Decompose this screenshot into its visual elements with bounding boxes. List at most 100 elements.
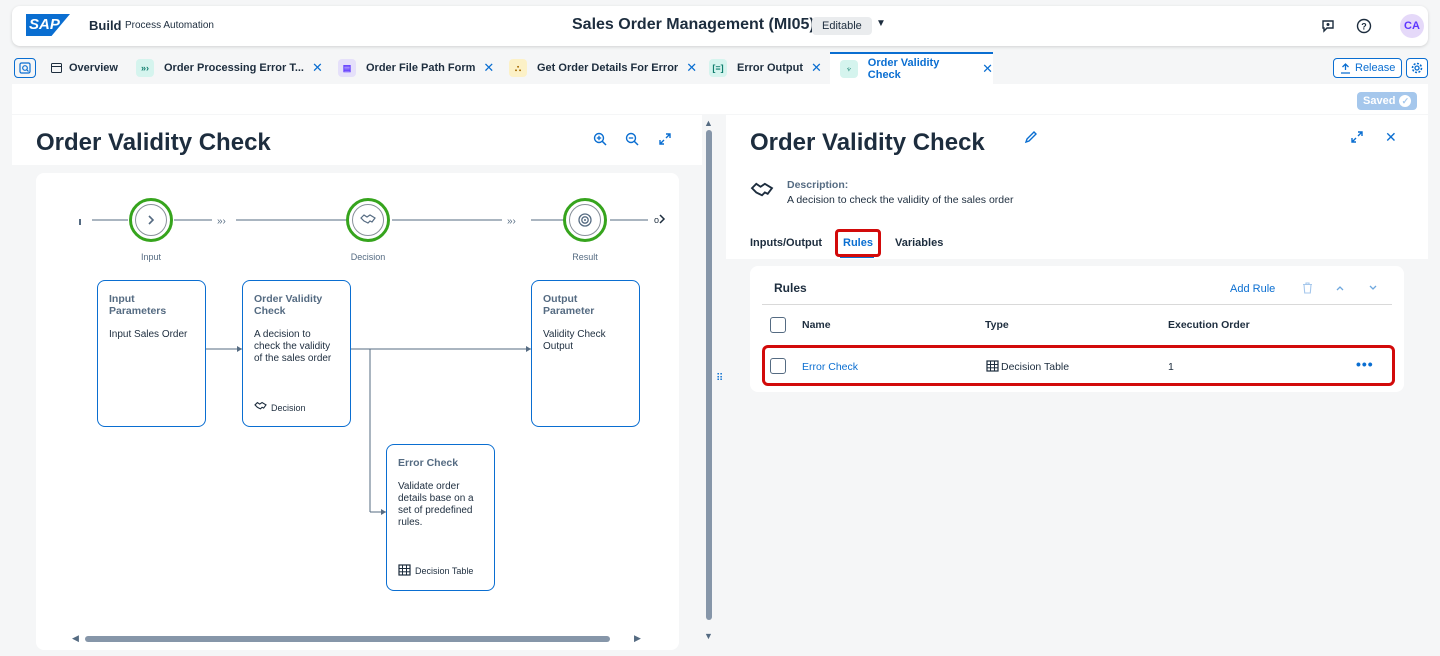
handshake-icon	[352, 204, 384, 236]
output-parameter-card[interactable]: Output Parameter Validity Check Output	[531, 280, 640, 427]
card-body: A decision to check the validity of the …	[254, 329, 332, 364]
tab-order-file-path-form[interactable]: ▤ Order File Path Form ✕	[338, 52, 494, 84]
tab-bar: Overview »› Order Processing Error T... …	[0, 52, 1440, 84]
card-title: Order Validity Check	[254, 293, 323, 317]
decision-node-label: Decision	[350, 252, 386, 262]
card-body: Validate order details base on a set of …	[398, 481, 474, 528]
highlight-rules-tab	[835, 229, 881, 257]
check-icon: ✓	[1399, 95, 1412, 107]
card-footer: Decision Table	[398, 564, 473, 578]
tab-get-order-details[interactable]: ⛬ Get Order Details For Error ✕	[509, 52, 697, 84]
rules-title: Rules	[774, 281, 807, 295]
card-footer: Decision	[254, 401, 306, 414]
avatar[interactable]: CA	[1400, 14, 1424, 38]
decision-card[interactable]: Order Validity Check A decision to check…	[242, 280, 351, 427]
card-body: Input Sales Order	[109, 329, 188, 340]
scroll-right-icon[interactable]: ▶	[634, 633, 641, 644]
tab-order-validity-check[interactable]: ♆ Order Validity Check ✕	[830, 52, 993, 84]
select-all-checkbox[interactable]	[770, 317, 786, 333]
card-title: Error Check	[398, 457, 459, 469]
zoom-out-icon[interactable]	[624, 131, 640, 147]
close-icon[interactable]: ✕	[686, 60, 697, 76]
decision-node[interactable]	[346, 198, 390, 242]
splitter-grip-icon[interactable]: ⠿	[716, 373, 723, 384]
input-parameters-card[interactable]: Input Parameters Input Sales Order	[97, 280, 206, 427]
diagram-canvas[interactable]: »› »› o Input Decision Result Input Para…	[36, 173, 679, 650]
chevron-down-icon[interactable]	[1366, 281, 1380, 295]
status-badge: Editable	[812, 17, 872, 35]
product-subtitle: Process Automation	[125, 20, 214, 31]
result-node[interactable]	[563, 198, 607, 242]
highlight-rule-row	[762, 345, 1395, 386]
form-icon: ▤	[338, 59, 356, 77]
scroll-down-icon[interactable]: ▼	[704, 631, 713, 641]
close-icon[interactable]: ✕	[982, 61, 993, 77]
tab-inputs-output[interactable]: Inputs/Output	[750, 237, 822, 249]
search-tabs-icon[interactable]	[14, 58, 36, 78]
close-icon[interactable]: ✕	[1385, 129, 1397, 146]
horizontal-scrollbar[interactable]	[85, 636, 610, 642]
details-header: Order Validity Check ✕ Description: A de…	[726, 115, 1428, 259]
tab-label: Get Order Details For Error	[537, 62, 679, 74]
tab-variables[interactable]: Variables	[895, 237, 943, 249]
diagram-header: Order Validity Check	[12, 115, 702, 165]
saved-indicator: Saved ✓	[1357, 92, 1418, 110]
tab-order-processing-error[interactable]: »› Order Processing Error T... ✕	[136, 52, 323, 84]
chevron-right-icon	[135, 204, 167, 236]
decision-table-icon	[398, 564, 411, 578]
details-title: Order Validity Check	[750, 129, 985, 156]
tab-label: Overview	[69, 62, 118, 74]
svg-text:»›: »›	[217, 216, 226, 227]
divider	[762, 304, 1392, 305]
column-header-name[interactable]: Name	[802, 319, 831, 331]
close-icon[interactable]: ✕	[483, 60, 494, 76]
target-icon	[569, 204, 601, 236]
card-body: Validity Check Output	[543, 329, 606, 352]
process-icon: »›	[136, 59, 154, 77]
vertical-scrollbar[interactable]	[706, 130, 712, 620]
tab-label: Order Validity Check	[867, 57, 940, 81]
svg-text:?: ?	[1361, 22, 1367, 32]
fit-to-screen-icon[interactable]	[657, 131, 673, 147]
tab-overview[interactable]: Overview	[50, 52, 118, 84]
help-icon[interactable]: ?	[1354, 16, 1374, 36]
gear-icon	[1411, 62, 1423, 74]
delete-icon[interactable]	[1300, 281, 1314, 295]
chevron-down-icon[interactable]: ▼	[876, 18, 886, 29]
error-check-card[interactable]: Error Check Validate order details base …	[386, 444, 495, 591]
handshake-icon	[254, 401, 267, 414]
column-header-type[interactable]: Type	[985, 319, 1009, 331]
column-header-execution-order[interactable]: Execution Order	[1168, 319, 1250, 331]
handshake-icon	[750, 181, 774, 206]
close-icon[interactable]: ✕	[811, 60, 822, 76]
tab-label: Order File Path Form	[366, 62, 476, 74]
tab-label: Error Output	[737, 62, 803, 74]
close-icon[interactable]: ✕	[312, 60, 323, 76]
description-text: A decision to check the validity of the …	[787, 194, 1014, 206]
settings-button[interactable]	[1406, 58, 1428, 78]
svg-text:o: o	[654, 215, 659, 225]
feedback-icon[interactable]	[1318, 16, 1338, 36]
automation-icon: ⛬	[509, 59, 527, 77]
input-node[interactable]	[129, 198, 173, 242]
shell-bar: SAP Build Process Automation Sales Order…	[12, 6, 1428, 46]
card-title: Input Parameters	[109, 293, 167, 317]
overview-icon	[50, 59, 62, 77]
decision-icon: ♆	[840, 60, 858, 78]
fullscreen-icon[interactable]	[1350, 130, 1364, 149]
add-rule-button[interactable]: Add Rule	[1230, 283, 1275, 295]
diagram-title: Order Validity Check	[36, 129, 271, 156]
card-title: Output Parameter	[543, 293, 595, 317]
edit-icon[interactable]	[1024, 130, 1038, 149]
output-icon: [≡]	[709, 59, 727, 77]
release-button[interactable]: Release	[1333, 58, 1403, 78]
sap-logo[interactable]: SAP	[26, 14, 70, 36]
description-label: Description:	[787, 179, 849, 191]
chevron-up-icon[interactable]	[1333, 281, 1347, 295]
scroll-left-icon[interactable]: ◀	[72, 633, 79, 644]
tab-label: Order Processing Error T...	[164, 62, 304, 74]
tab-error-output[interactable]: [≡] Error Output ✕	[709, 52, 822, 84]
project-title: Sales Order Management (MI05)	[572, 16, 815, 33]
scroll-up-icon[interactable]: ▲	[704, 118, 713, 128]
zoom-in-icon[interactable]	[592, 131, 608, 147]
